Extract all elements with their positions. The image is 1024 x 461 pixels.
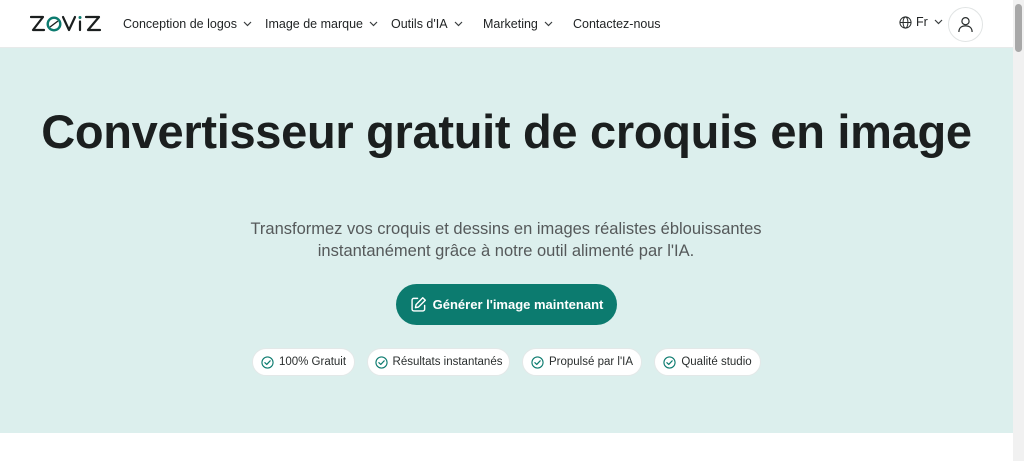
chevron-down-icon xyxy=(454,21,463,27)
feature-badge: Propulsé par l'IA xyxy=(522,348,642,376)
feature-label: 100% Gratuit xyxy=(278,356,347,368)
page-scrollbar[interactable] xyxy=(1013,0,1024,461)
feature-label: Propulsé par l'IA xyxy=(548,356,633,368)
feature-badge: 100% Gratuit xyxy=(252,348,355,376)
nav-image-de-marque[interactable]: Image de marque xyxy=(265,15,378,33)
content-section xyxy=(0,433,1013,461)
account-button[interactable] xyxy=(948,7,983,42)
hero-section: Convertisseur gratuit de croquis en imag… xyxy=(0,48,1013,433)
nav-marketing[interactable]: Marketing xyxy=(483,15,553,33)
chevron-down-icon xyxy=(544,21,553,27)
hero-subtitle: Transformez vos croquis et dessins en im… xyxy=(250,220,762,260)
zoviz-logo[interactable] xyxy=(29,14,102,34)
nav-label: Conception de logos xyxy=(123,17,237,31)
check-circle-icon xyxy=(374,355,388,369)
nav-label: Marketing xyxy=(483,17,538,31)
edit-icon xyxy=(411,296,426,312)
globe-icon xyxy=(899,15,912,29)
nav-outils-ia[interactable]: Outils d'IA xyxy=(391,15,463,33)
feature-badge: Qualité studio xyxy=(654,348,761,376)
nav-contactez-nous[interactable]: Contactez-nous xyxy=(573,15,661,33)
check-circle-icon xyxy=(261,355,274,369)
chevron-down-icon xyxy=(934,19,943,25)
language-label: Fr xyxy=(916,15,928,29)
user-icon xyxy=(958,16,973,33)
nav-label: Contactez-nous xyxy=(573,17,661,31)
cta-label: Générer l'image maintenant xyxy=(432,297,604,312)
nav-conception-de-logos[interactable]: Conception de logos xyxy=(123,15,252,33)
hero-title: Convertisseur gratuit de croquis en imag… xyxy=(41,105,972,158)
check-circle-icon xyxy=(531,355,544,369)
feature-badge: Résultats instantanés xyxy=(367,348,510,376)
generate-image-button[interactable]: Générer l'image maintenant xyxy=(396,284,617,325)
scrollbar-thumb[interactable] xyxy=(1015,4,1022,52)
nav-label: Outils d'IA xyxy=(391,17,448,31)
feature-label: Qualité studio xyxy=(681,356,752,368)
language-selector[interactable]: Fr xyxy=(899,15,943,29)
chevron-down-icon xyxy=(369,21,378,27)
chevron-down-icon xyxy=(243,21,252,27)
check-circle-icon xyxy=(663,355,676,369)
feature-label: Résultats instantanés xyxy=(392,356,503,368)
nav-label: Image de marque xyxy=(265,17,363,31)
site-header: Conception de logos Image de marque Outi… xyxy=(0,0,1013,48)
